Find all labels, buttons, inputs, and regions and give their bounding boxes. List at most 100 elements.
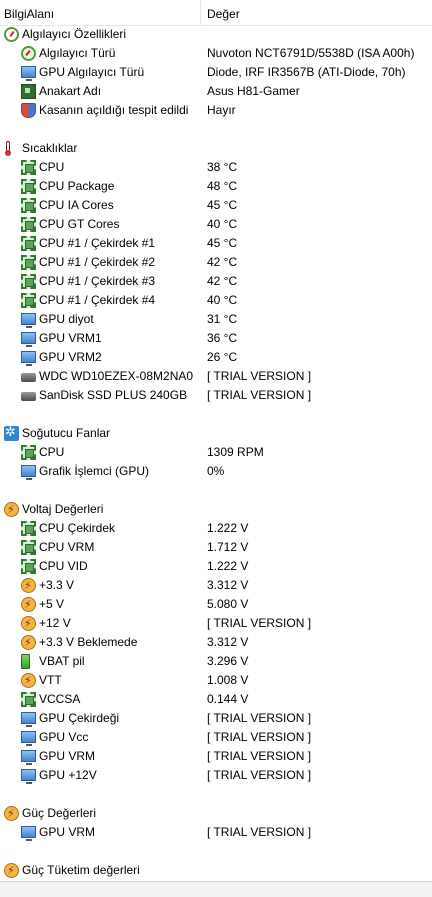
sensor-value: [ TRIAL VERSION ] [207,730,312,744]
sensor-row[interactable]: +3.3 V 3.312 V [0,576,432,595]
chip-icon [21,198,36,213]
thermometer-icon [4,141,12,156]
sensor-row[interactable]: CPU #1 / Çekirdek #4 40 °C [0,291,432,310]
section-header[interactable]: Sıcaklıklar [0,139,432,158]
chip-icon [21,274,36,289]
monitor-icon [21,313,36,328]
sensor-row[interactable]: GPU Algılayıcı Türü Diode, IRF IR3567B (A… [0,63,432,82]
column-divider[interactable] [200,0,201,25]
sensor-label: Anakart Adı [39,84,102,98]
sensor-value: 40 °C [207,217,238,231]
sensor-row[interactable]: CPU Package 48 °C [0,177,432,196]
sensor-gauge-icon [21,46,36,61]
sensor-value: [ TRIAL VERSION ] [207,388,312,402]
sensor-label: CPU Çekirdek [39,521,116,535]
sensor-row[interactable]: VTT 1.008 V [0,671,432,690]
section-header[interactable]: Güç Tüketim değerleri [0,861,432,880]
sensor-label: CPU #1 / Çekirdek #3 [39,274,156,288]
column-header-value[interactable]: Değer [207,7,240,21]
sensor-label: Kasanın açıldığı tespit edildi [39,103,189,117]
sensor-label: GPU VRM1 [39,331,102,345]
shield-icon [21,103,36,118]
sensor-row[interactable]: GPU diyot 31 °C [0,310,432,329]
sensor-label: Algılayıcı Türü [39,46,116,60]
sensor-label: GPU VRM [39,749,96,763]
sensor-label: WDC WD10EZEX-08M2NA0 [39,369,194,383]
section-header[interactable]: Algılayıcı Özellikleri [0,25,432,44]
column-header-field[interactable]: BilgiAlanı [4,7,54,21]
sensor-value: [ TRIAL VERSION ] [207,768,312,782]
sensor-value: 1.712 V [207,540,249,554]
sensor-row[interactable]: SanDisk SSD PLUS 240GB [ TRIAL VERSION ] [0,386,432,405]
sensor-label: GPU Vcc [39,730,89,744]
sensor-value: 36 °C [207,331,238,345]
bolt-icon [21,634,36,651]
monitor-icon [21,826,36,841]
horizontal-scrollbar[interactable] [0,882,432,897]
section-header[interactable]: Güç Değerleri [0,804,432,823]
monitor-icon [21,712,36,727]
sensor-value: 3.312 V [207,578,249,592]
gauge-icon [4,27,19,42]
sensor-row[interactable]: Kasanın açıldığı tespit edildi Hayır [0,101,432,120]
sensor-row[interactable]: GPU VRM [ TRIAL VERSION ] [0,823,432,842]
sensor-value: 0.144 V [207,692,249,706]
chip-icon [21,255,36,270]
column-header: BilgiAlanı Değer [0,0,432,26]
sensor-row[interactable]: CPU 38 °C [0,158,432,177]
sensor-row[interactable]: +3.3 V Beklemede 3.312 V [0,633,432,652]
sensor-label: CPU [39,445,65,459]
sensor-row[interactable]: CPU #1 / Çekirdek #3 42 °C [0,272,432,291]
chip-icon [21,521,36,536]
monitor-icon [21,731,36,746]
sensor-row[interactable]: CPU VID 1.222 V [0,557,432,576]
sensor-row[interactable]: GPU VRM1 36 °C [0,329,432,348]
sensor-row[interactable]: Anakart Adı Asus H81-Gamer [0,82,432,101]
section-header[interactable]: Soğutucu Fanlar [0,424,432,443]
section-title: Sıcaklıklar [22,141,78,155]
sensor-row[interactable]: GPU VRM [ TRIAL VERSION ] [0,747,432,766]
sensor-row[interactable]: CPU 1309 RPM [0,443,432,462]
section-title: Güç Tüketim değerleri [22,863,140,877]
sensor-row[interactable]: GPU Çekirdeği [ TRIAL VERSION ] [0,709,432,728]
sensor-value: 42 °C [207,255,238,269]
sensor-label: +12 V [39,616,71,630]
sensor-label: GPU Algılayıcı Türü [39,65,145,79]
sensor-row[interactable]: CPU IA Cores 45 °C [0,196,432,215]
sensor-row[interactable]: GPU VRM2 26 °C [0,348,432,367]
sensor-row[interactable]: CPU Çekirdek 1.222 V [0,519,432,538]
sensor-row[interactable]: CPU #1 / Çekirdek #2 42 °C [0,253,432,272]
sensor-row[interactable]: VBAT pil 3.296 V [0,652,432,671]
sensor-row[interactable]: +12 V [ TRIAL VERSION ] [0,614,432,633]
sensor-row[interactable]: CPU #1 / Çekirdek #1 45 °C [0,234,432,253]
chip-icon [21,236,36,251]
sensor-value: [ TRIAL VERSION ] [207,616,312,630]
sensor-label: CPU #1 / Çekirdek #4 [39,293,156,307]
sensor-value: 1309 RPM [207,445,264,459]
sensor-label: CPU [39,160,65,174]
chip-icon [21,179,36,194]
sensor-row[interactable]: Algılayıcı Türü Nuvoton NCT6791D/5538D (I… [0,44,432,63]
sensor-row[interactable]: CPU GT Cores 40 °C [0,215,432,234]
sensor-row[interactable]: GPU +12V [ TRIAL VERSION ] [0,766,432,785]
chip-icon [21,445,36,460]
sensor-value: 26 °C [207,350,238,364]
sensor-label: +3.3 V Beklemede [39,635,138,649]
sensor-row[interactable]: GPU Vcc [ TRIAL VERSION ] [0,728,432,747]
sensor-label: CPU GT Cores [39,217,120,231]
sensor-value: 3.296 V [207,654,249,668]
sensor-value: 45 °C [207,236,238,250]
sensor-label: GPU VRM2 [39,350,102,364]
sensor-value: 3.312 V [207,635,249,649]
sensor-row[interactable]: VCCSA 0.144 V [0,690,432,709]
sensor-value: 38 °C [207,160,238,174]
sensor-row[interactable]: Grafik İşlemci (GPU) 0% [0,462,432,481]
sensor-row[interactable]: WDC WD10EZEX-08M2NA0 [ TRIAL VERSION ] [0,367,432,386]
sensor-label: GPU VRM [39,825,96,839]
sensor-value: 42 °C [207,274,238,288]
sensor-row[interactable]: CPU VRM 1.712 V [0,538,432,557]
section-header[interactable]: Voltaj Değerleri [0,500,432,519]
sensor-row[interactable]: +5 V 5.080 V [0,595,432,614]
fan-icon [4,424,19,441]
